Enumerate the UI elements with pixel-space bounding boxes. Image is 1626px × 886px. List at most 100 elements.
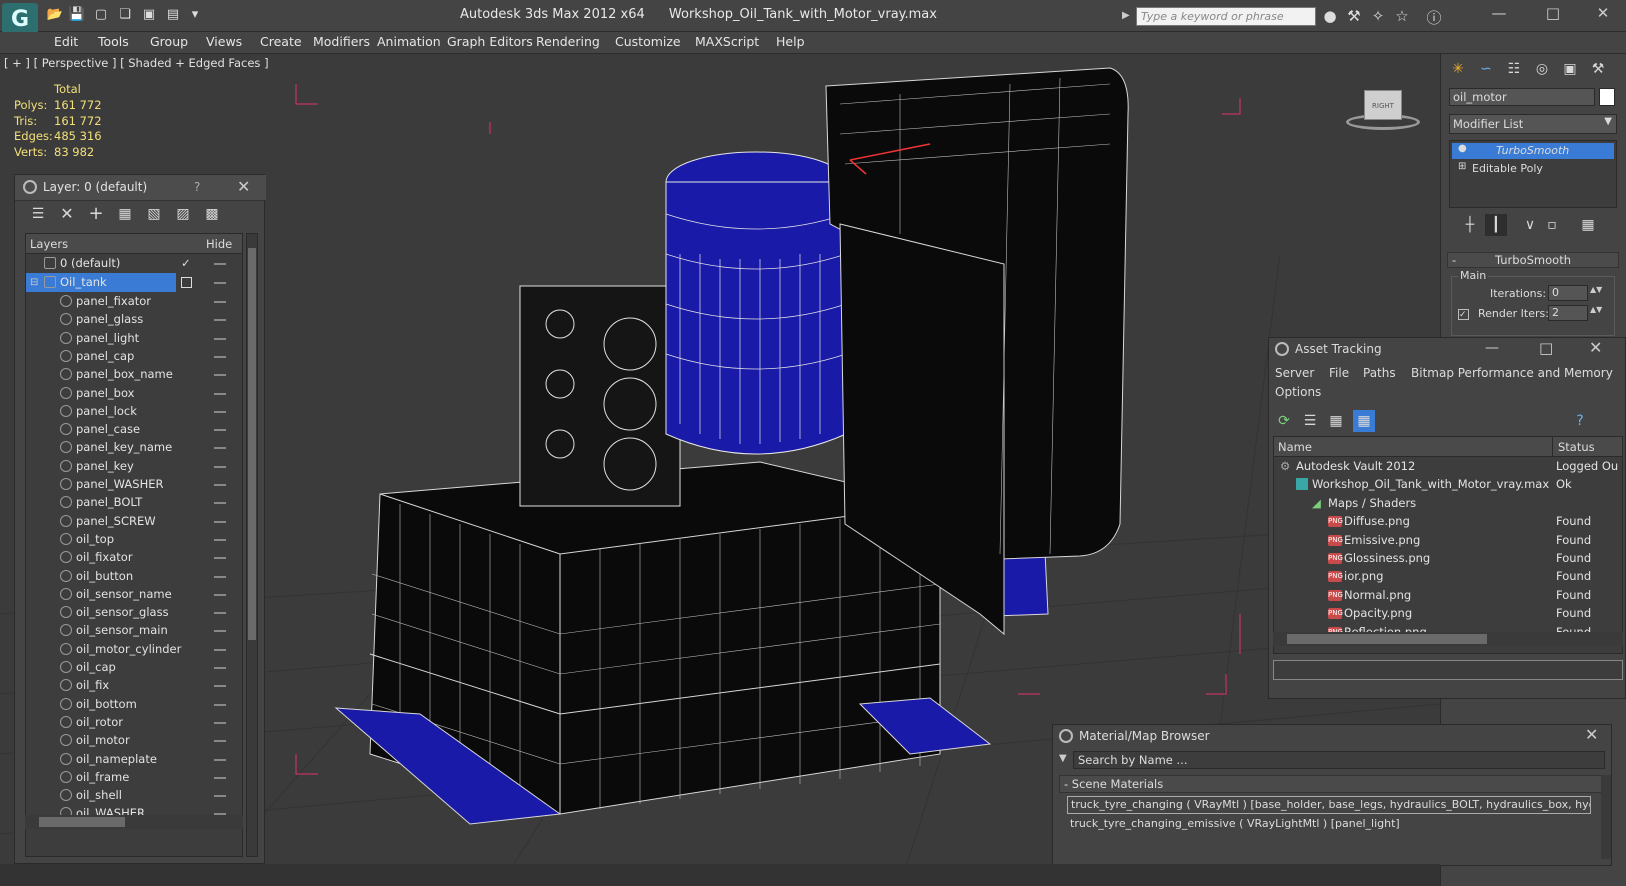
close-icon[interactable]: ✕ [1585,725,1598,744]
lightbulb-icon[interactable]: ● [1458,143,1467,154]
dropdown-arrow-icon[interactable]: ▾ [186,7,204,23]
column-divider[interactable] [1552,437,1553,457]
column-name[interactable]: Name [1278,440,1312,454]
hide-toggle[interactable] [214,593,226,596]
select-layer-icon[interactable]: ▧ [143,203,165,225]
object-name-input[interactable]: oil_motor [1449,88,1595,106]
hide-toggle[interactable] [214,740,226,743]
layer-object-row[interactable]: oil_cap [26,658,242,677]
menu-create[interactable]: Create [260,34,302,49]
hide-toggle[interactable] [214,721,226,724]
asset-row[interactable]: Workshop_Oil_Tank_with_Motor_vray.max Ok [1274,475,1622,494]
column-layers[interactable]: Layers [30,237,68,251]
menu-file[interactable]: File [1329,366,1349,380]
remove-modifier-icon[interactable]: ▫ [1541,214,1563,236]
layer-object-row[interactable]: panel_lock [26,402,242,421]
hierarchy-tab-icon[interactable]: ☷ [1503,58,1525,80]
iterations-spinner[interactable]: 0 [1548,285,1588,301]
menu-edit[interactable]: Edit [54,34,78,49]
refresh-icon[interactable]: ⟳ [1273,410,1295,432]
hide-toggle[interactable] [214,282,226,284]
collapse-icon[interactable]: ⊟ [30,273,38,292]
layer-object-row[interactable]: oil_shell [26,786,242,805]
asset-row[interactable]: PNG Opacity.png Found [1274,604,1622,623]
asset-row[interactable]: ◢ Maps / Shaders [1274,494,1622,513]
menu-group[interactable]: Group [150,34,188,49]
open-icon[interactable]: 📂 [46,7,64,23]
layer-object-row[interactable]: panel_glass [26,310,242,329]
hide-toggle[interactable] [214,575,226,578]
viewcube[interactable]: RIGHT [1346,88,1420,130]
motion-tab-icon[interactable]: ◎ [1531,58,1553,80]
layer-object-row[interactable]: oil_motor [26,731,242,750]
material-scrollbar[interactable] [1601,775,1611,859]
list-view-icon[interactable]: ☰ [1299,410,1321,432]
asset-hscrollbar[interactable] [1273,632,1623,646]
menu-views[interactable]: Views [206,34,242,49]
hide-toggle[interactable] [214,648,226,651]
hide-toggle[interactable] [214,319,226,322]
set-current-checkbox[interactable] [181,277,192,288]
modifier-list-dropdown[interactable]: Modifier List ▼ [1449,114,1617,134]
thumbnail-view-icon[interactable]: ▦ [1325,410,1347,432]
expand-icon[interactable]: ⊞ [1458,161,1466,172]
layer-object-row[interactable]: panel_WASHER [26,475,242,494]
layer-object-row[interactable]: panel_key_name [26,438,242,457]
asset-row[interactable]: PNG Diffuse.png Found [1274,512,1622,531]
layer-object-row[interactable]: panel_light [26,329,242,348]
layer-object-row[interactable]: oil_rotor [26,713,242,732]
asset-table[interactable]: Name Status ⚙ Autodesk Vault 2012 Logged O… [1273,436,1623,654]
layer-list[interactable]: Layers Hide 0 (default) ✓ ⊟ Oil_tank pan… [25,233,243,857]
scene-materials-group[interactable]: - Scene Materials [1059,775,1603,793]
object-color-swatch[interactable] [1599,88,1615,106]
hide-toggle[interactable] [214,263,226,265]
layer-object-row[interactable]: oil_frame [26,768,242,787]
hide-toggle[interactable] [214,374,226,377]
binoculars-icon[interactable]: ● [1320,7,1340,25]
hide-toggle[interactable] [214,447,226,450]
layer-object-row[interactable]: oil_button [26,567,242,586]
layer-object-row[interactable]: panel_key [26,457,242,476]
viewport-label[interactable]: [ + ] [ Perspective ] [ Shaded + Edged F… [4,56,269,70]
hide-toggle[interactable] [214,520,226,523]
pin-stack-icon[interactable]: ┼ [1459,214,1481,236]
hide-toggle[interactable] [214,703,226,706]
spinner-arrows-icon[interactable]: ▲▼ [1590,285,1602,294]
communication-icon[interactable]: ✧ [1368,7,1388,25]
menu-rendering[interactable]: Rendering [536,34,600,49]
column-status[interactable]: Status [1558,440,1595,454]
material-browser-titlebar[interactable]: Material/Map Browser ✕ [1053,725,1613,749]
make-unique-icon[interactable]: ∨ [1519,214,1541,236]
asset-row[interactable]: ⚙ Autodesk Vault 2012 Logged Ou [1274,457,1622,476]
layer-object-row[interactable]: oil_fix [26,676,242,695]
hide-toggle[interactable] [214,758,226,761]
hide-toggle[interactable] [214,612,226,615]
material-search-input[interactable]: Search by Name ... [1073,751,1605,769]
hide-toggle[interactable] [214,795,226,798]
create-layer-icon[interactable]: ☰ [27,203,49,225]
menu-graph-editors[interactable]: Graph Editors [447,34,533,49]
close-icon[interactable]: ✕ [237,177,250,196]
hide-toggle[interactable] [214,484,226,486]
material-item[interactable]: truck_tyre_changing ( VRayMtl ) [base_ho… [1067,796,1591,814]
hide-toggle[interactable] [214,429,226,432]
asset-row[interactable]: PNG Glossiness.png Found [1274,549,1622,568]
hide-toggle[interactable] [214,776,226,779]
help-search-input[interactable]: Type a keyword or phrase [1136,7,1316,26]
layer-object-row[interactable]: oil_fixator [26,548,242,567]
menu-help[interactable]: Help [776,34,805,49]
layer-object-row[interactable]: oil_sensor_name [26,585,242,604]
modify-tab-icon[interactable]: ∽ [1475,58,1497,80]
asset-row[interactable]: PNG Normal.png Found [1274,586,1622,605]
new-scene-icon[interactable]: ▢ [92,7,110,23]
hide-toggle[interactable] [214,630,226,633]
menu-bitmap-performance[interactable]: Bitmap Performance and Memory [1411,366,1613,380]
hide-toggle[interactable] [214,465,226,468]
asset-path-field[interactable] [1273,660,1623,680]
show-end-result-icon[interactable]: ┃ [1485,214,1507,236]
menu-options[interactable]: Options [1275,385,1321,399]
search-expand-icon[interactable]: ▶ [1122,10,1130,21]
table-view-icon[interactable]: ▦ [1353,410,1375,432]
stack-item-editable-poly[interactable]: ⊞ Editable Poly [1452,161,1614,177]
layer-object-row[interactable]: oil_motor_cylinder [26,640,242,659]
